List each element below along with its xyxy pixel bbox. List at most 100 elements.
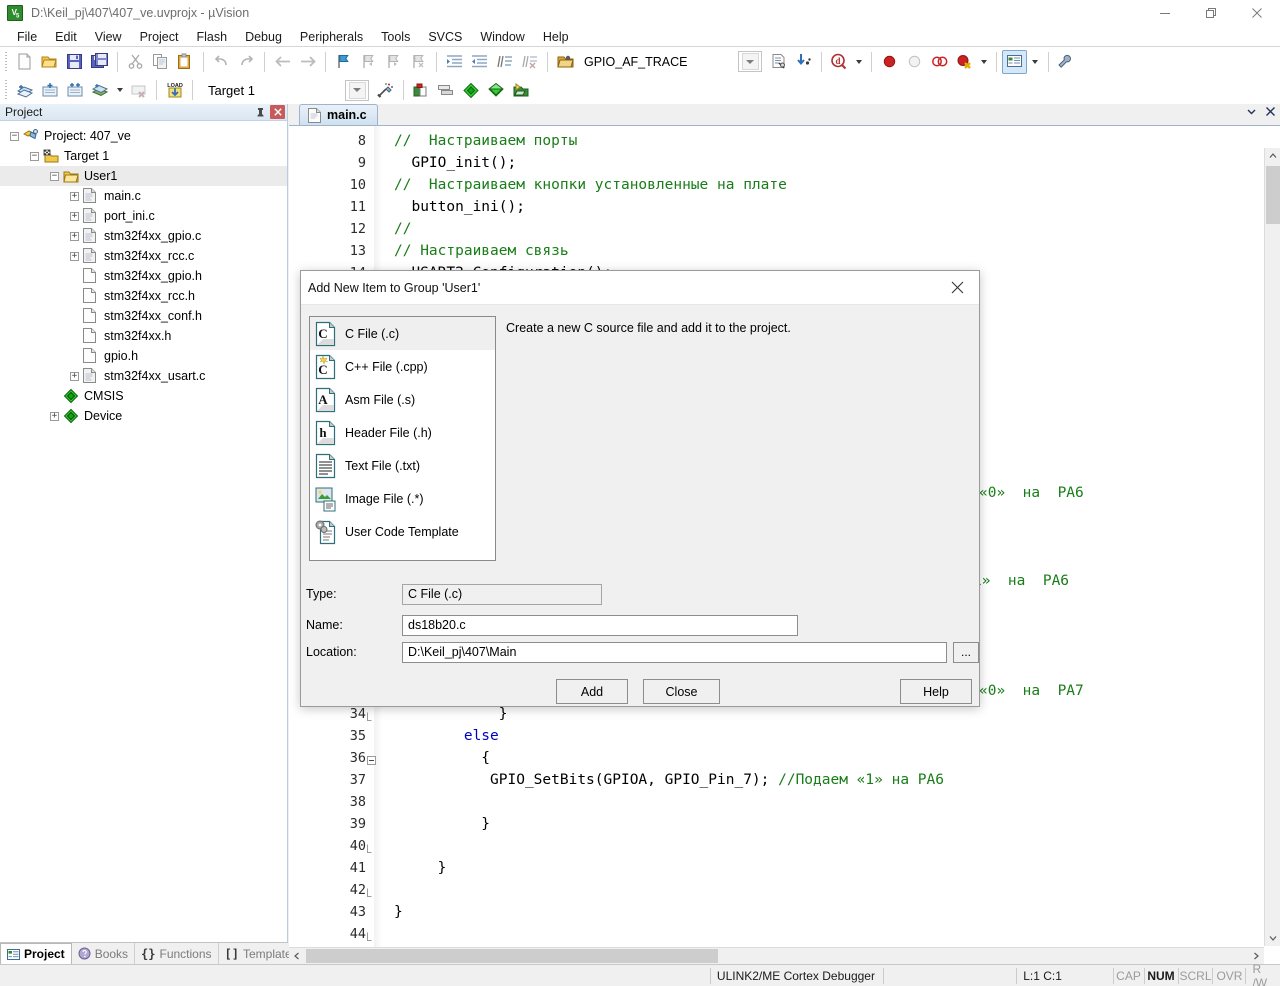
- expand-icon[interactable]: +: [70, 211, 79, 221]
- file-type-item-user-code-template[interactable]: User Code Template: [310, 515, 495, 548]
- expand-icon[interactable]: +: [70, 191, 79, 201]
- bookmark-next-icon[interactable]: [381, 50, 406, 74]
- manage-run-time-env-icon[interactable]: [459, 78, 484, 102]
- batch-build-icon[interactable]: [87, 78, 112, 102]
- menu-svcs[interactable]: SVCS: [419, 28, 471, 46]
- new-file-icon[interactable]: [12, 50, 37, 74]
- copy-icon[interactable]: [148, 50, 173, 74]
- scroll-thumb[interactable]: [1266, 166, 1280, 224]
- tree-item-target-1[interactable]: − Target 1: [0, 146, 287, 166]
- close-icon[interactable]: [1265, 106, 1276, 120]
- insert-breakpoint-icon[interactable]: [877, 50, 902, 74]
- indent-decrease-icon[interactable]: [467, 50, 492, 74]
- paste-icon[interactable]: [173, 50, 198, 74]
- editor-tab-main-c[interactable]: main.c: [299, 104, 378, 125]
- uncomment-icon[interactable]: [517, 50, 542, 74]
- multi-project-icon[interactable]: [434, 78, 459, 102]
- debug-start-icon[interactable]: d: [827, 50, 852, 74]
- scroll-down-icon[interactable]: [1265, 930, 1280, 946]
- bookmark-clear-icon[interactable]: [406, 50, 431, 74]
- tree-item-stm32f4xx-rcc-h[interactable]: stm32f4xx_rcc.h: [0, 286, 287, 306]
- close-icon[interactable]: [935, 271, 979, 304]
- chevron-down-icon[interactable]: [348, 81, 366, 99]
- disable-all-breakpoints-icon[interactable]: [927, 50, 952, 74]
- disable-breakpoint-icon[interactable]: [902, 50, 927, 74]
- menu-edit[interactable]: Edit: [46, 28, 86, 46]
- manage-windows-icon[interactable]: [1001, 49, 1027, 74]
- tab-books[interactable]: Books: [72, 943, 136, 964]
- configuration-wizard-icon[interactable]: [1054, 50, 1079, 74]
- select-software-packs-icon[interactable]: [484, 78, 509, 102]
- tree-item-gpio-h[interactable]: gpio.h: [0, 346, 287, 366]
- build-target-combo[interactable]: [344, 79, 369, 101]
- menu-window[interactable]: Window: [471, 28, 533, 46]
- open-project-icon[interactable]: [553, 50, 578, 74]
- tab-project[interactable]: Project: [0, 943, 72, 964]
- navigate-forward-icon[interactable]: [295, 50, 320, 74]
- tree-item-stm32f4xx-gpio-h[interactable]: stm32f4xx_gpio.h: [0, 266, 287, 286]
- menu-debug[interactable]: Debug: [236, 28, 291, 46]
- expand-icon[interactable]: +: [70, 231, 79, 241]
- file-type-item-image-file[interactable]: Image File (.*): [310, 482, 495, 515]
- menu-help[interactable]: Help: [534, 28, 578, 46]
- breakpoint-dropdown-icon[interactable]: [977, 50, 991, 74]
- help-button[interactable]: Help: [900, 679, 972, 704]
- download-config-icon[interactable]: [791, 50, 816, 74]
- close-icon[interactable]: [270, 105, 285, 119]
- batch-build-dropdown-icon[interactable]: [112, 78, 126, 102]
- minimize-icon[interactable]: [1142, 0, 1188, 26]
- tree-item-cmsis[interactable]: CMSIS: [0, 386, 287, 406]
- download-to-flash-icon[interactable]: LOAD: [162, 78, 187, 102]
- save-all-icon[interactable]: [87, 50, 112, 74]
- rebuild-all-icon[interactable]: [62, 78, 87, 102]
- tree-item-stm32f4xx-gpio-c[interactable]: + stm32f4xx_gpio.c: [0, 226, 287, 246]
- scroll-left-icon[interactable]: [289, 948, 305, 964]
- config-target-icon[interactable]: [766, 50, 791, 74]
- expand-icon[interactable]: +: [70, 371, 79, 381]
- tree-item-port-ini-c[interactable]: + port_ini.c: [0, 206, 287, 226]
- file-type-item-c-file-cpp[interactable]: C C++ File (.cpp): [310, 350, 495, 383]
- bookmark-prev-icon[interactable]: [356, 50, 381, 74]
- tab-functions[interactable]: {} Functions: [135, 943, 219, 964]
- tree-item-stm32f4xx-conf-h[interactable]: stm32f4xx_conf.h: [0, 306, 287, 326]
- collapse-icon[interactable]: −: [50, 171, 59, 181]
- name-input[interactable]: ds18b20.c: [402, 614, 798, 636]
- toolbar-grip[interactable]: [4, 80, 9, 100]
- collapse-icon[interactable]: −: [10, 131, 19, 141]
- menu-peripherals[interactable]: Peripherals: [291, 28, 372, 46]
- stop-build-icon[interactable]: [126, 78, 151, 102]
- file-type-item-asm-file-s[interactable]: A Asm File (.s): [310, 383, 495, 416]
- pin-icon[interactable]: [253, 105, 267, 119]
- chevron-down-icon[interactable]: [1246, 106, 1257, 120]
- comment-icon[interactable]: [492, 50, 517, 74]
- restore-icon[interactable]: [1188, 0, 1234, 26]
- redo-icon[interactable]: [234, 50, 259, 74]
- close-icon[interactable]: [1234, 0, 1280, 26]
- menu-flash[interactable]: Flash: [187, 28, 236, 46]
- menu-tools[interactable]: Tools: [372, 28, 419, 46]
- file-type-item-text-file-txt[interactable]: Text File (.txt): [310, 449, 495, 482]
- tree-item-stm32f4xx-rcc-c[interactable]: + stm32f4xx_rcc.c: [0, 246, 287, 266]
- kill-all-breakpoints-icon[interactable]: [952, 50, 977, 74]
- tree-item-device[interactable]: + Device: [0, 406, 287, 426]
- file-type-list[interactable]: C C File (.c) C C++ File (.cpp) A Asm File (.…: [309, 316, 496, 561]
- chevron-down-icon[interactable]: [741, 53, 759, 70]
- target-options-icon[interactable]: [373, 78, 398, 102]
- expand-icon[interactable]: +: [70, 251, 79, 261]
- editor-horizontal-scrollbar[interactable]: [289, 947, 1264, 964]
- translate-file-icon[interactable]: [12, 78, 37, 102]
- tree-item-project-407-ve[interactable]: − Project: 407_ve: [0, 126, 287, 146]
- manage-windows-dropdown-icon[interactable]: [1027, 50, 1043, 74]
- pack-installer-icon[interactable]: [509, 78, 534, 102]
- location-input[interactable]: D:\Keil_pj\407\Main: [402, 641, 947, 663]
- menu-view[interactable]: View: [86, 28, 131, 46]
- close-button[interactable]: Close: [643, 679, 720, 704]
- debug-dropdown-icon[interactable]: [852, 50, 866, 74]
- file-type-item-c-file-c[interactable]: C C File (.c): [310, 317, 495, 350]
- tree-item-user1[interactable]: − User1: [0, 166, 287, 186]
- indent-increase-icon[interactable]: [442, 50, 467, 74]
- manage-project-items-icon[interactable]: [409, 78, 434, 102]
- cut-icon[interactable]: [123, 50, 148, 74]
- scroll-up-icon[interactable]: [1265, 148, 1280, 164]
- open-file-icon[interactable]: [37, 50, 62, 74]
